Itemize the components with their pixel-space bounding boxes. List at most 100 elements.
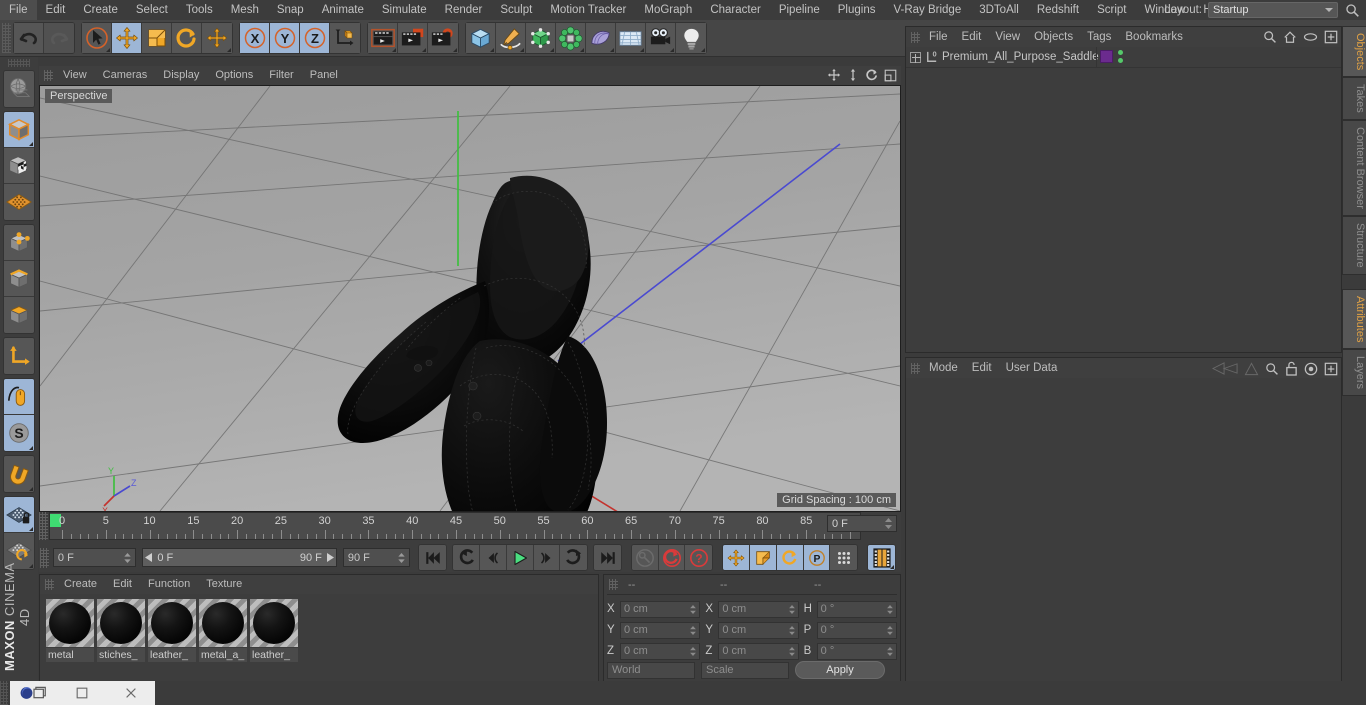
material-preview[interactable] — [97, 599, 145, 647]
material-item[interactable]: metal — [46, 599, 94, 662]
position-key-button[interactable] — [723, 545, 751, 570]
cinema4d-app-button[interactable] — [10, 681, 58, 705]
next-frame-button[interactable] — [533, 545, 561, 570]
material-manager-grip[interactable] — [45, 579, 54, 590]
dolly-camera-icon[interactable] — [846, 68, 860, 82]
menu-item-sculpt[interactable]: Sculpt — [491, 0, 541, 20]
side-tab-structure[interactable]: Structure — [1342, 215, 1366, 275]
menu-item-character[interactable]: Character — [701, 0, 770, 20]
side-tab-takes[interactable]: Takes — [1342, 77, 1366, 121]
spinner-icon[interactable] — [690, 604, 697, 614]
texture-mode-button[interactable] — [4, 148, 34, 184]
object-menu-edit[interactable]: Edit — [955, 27, 989, 47]
coordinate-system-dropdown[interactable]: World — [607, 661, 695, 679]
forward-nav-icon[interactable] — [1244, 361, 1259, 376]
back-nav-icon[interactable] — [1212, 362, 1238, 375]
preview-range-bar[interactable]: 0 F 90 F — [142, 548, 337, 567]
spinner-icon[interactable] — [124, 552, 132, 563]
max-frame-field[interactable]: 90 F — [342, 548, 411, 567]
model-mode-button[interactable] — [4, 112, 34, 148]
menu-item-file[interactable]: File — [0, 0, 37, 20]
pan-camera-icon[interactable] — [827, 68, 841, 82]
array-deformer-button[interactable] — [556, 23, 586, 53]
snap-button[interactable] — [4, 456, 34, 492]
new-layer-icon[interactable] — [1324, 30, 1338, 44]
search-icon[interactable] — [1345, 3, 1360, 18]
object-menu-view[interactable]: View — [988, 27, 1027, 47]
spinner-icon[interactable] — [887, 604, 893, 614]
edges-mode-button[interactable] — [4, 261, 34, 297]
spline-pen-button[interactable] — [496, 23, 526, 53]
object-row[interactable]: 0 Premium_All_Purpose_Saddle — [906, 47, 1341, 68]
viewport-menu-options[interactable]: Options — [207, 66, 261, 85]
scale-key-button[interactable] — [750, 545, 777, 570]
position-input[interactable]: 0 cm — [620, 642, 701, 660]
nurbs-generator-button[interactable] — [526, 23, 556, 53]
menu-item-mograph[interactable]: MoGraph — [635, 0, 701, 20]
move-tool-button[interactable] — [112, 23, 142, 53]
attribute-menu-edit[interactable]: Edit — [965, 358, 999, 378]
search-icon[interactable] — [1265, 362, 1279, 376]
spinner-icon[interactable] — [788, 625, 795, 635]
viewport-menu-cameras[interactable]: Cameras — [95, 66, 156, 85]
spinner-icon[interactable] — [788, 646, 795, 656]
render-settings-button[interactable] — [428, 23, 458, 53]
size-input[interactable]: 0 cm — [718, 600, 799, 618]
timeline-grip[interactable] — [39, 512, 48, 540]
camera-button[interactable] — [646, 23, 676, 53]
side-tab-content-browser[interactable]: Content Browser — [1342, 120, 1366, 216]
material-menu-create[interactable]: Create — [56, 575, 105, 594]
play-button[interactable] — [506, 545, 534, 570]
lock-icon[interactable] — [1285, 361, 1298, 376]
spinner-icon[interactable] — [398, 552, 406, 563]
y-axis-lock-button[interactable]: Y — [270, 23, 300, 53]
object-menu-tags[interactable]: Tags — [1080, 27, 1118, 47]
expand-toggle-icon[interactable] — [910, 51, 921, 63]
spinner-icon[interactable] — [887, 646, 893, 656]
material-menu-function[interactable]: Function — [140, 575, 198, 594]
material-preview[interactable] — [250, 599, 298, 647]
side-tab-attributes[interactable]: Attributes — [1342, 288, 1366, 350]
menu-item-create[interactable]: Create — [74, 0, 127, 20]
search-icon[interactable] — [1263, 30, 1277, 44]
range-left-icon[interactable] — [145, 553, 154, 562]
previous-frame-button[interactable] — [479, 545, 507, 570]
current-frame-field[interactable]: 0 F — [827, 515, 897, 532]
viewport-menu-display[interactable]: Display — [155, 66, 207, 85]
spinner-icon[interactable] — [690, 625, 697, 635]
autokeying-button[interactable] — [658, 545, 686, 570]
menu-item-simulate[interactable]: Simulate — [373, 0, 436, 20]
make-editable-button[interactable] — [4, 71, 34, 107]
current-frame-left-field[interactable]: 0 F — [52, 548, 137, 567]
spinner-icon[interactable] — [690, 646, 697, 656]
side-tab-layers[interactable]: Layers — [1342, 349, 1366, 397]
viewport-menu-panel[interactable]: Panel — [302, 66, 346, 85]
viewport-menu-view[interactable]: View — [55, 66, 95, 85]
soft-selection-button[interactable]: S — [4, 415, 34, 451]
keyframe-selection-button[interactable]: ? — [685, 545, 713, 570]
menu-item-animate[interactable]: Animate — [313, 0, 373, 20]
z-axis-lock-button[interactable]: Z — [300, 23, 330, 53]
attribute-manager-grip[interactable] — [911, 362, 920, 374]
left-toolbar-grip[interactable] — [8, 59, 30, 67]
polygons-mode-button[interactable] — [4, 297, 34, 333]
rotation-input[interactable]: 0 ° — [816, 642, 897, 660]
object-manager-grip[interactable] — [911, 31, 920, 43]
bend-deformer-button[interactable] — [586, 23, 616, 53]
size-input[interactable]: 0 cm — [718, 642, 799, 660]
attribute-menu-user-data[interactable]: User Data — [999, 358, 1065, 378]
menu-item-pipeline[interactable]: Pipeline — [770, 0, 829, 20]
go-to-end-button[interactable] — [594, 545, 621, 570]
material-preview[interactable] — [199, 599, 247, 647]
layout-dropdown[interactable]: Startup — [1208, 2, 1338, 18]
material-menu-texture[interactable]: Texture — [198, 575, 250, 594]
transform-mode-dropdown[interactable]: Scale — [701, 661, 789, 679]
maximize-viewport-icon[interactable] — [884, 69, 897, 82]
position-input[interactable]: 0 cm — [620, 621, 701, 639]
rotate-tool-button[interactable] — [172, 23, 202, 53]
menu-item-3dtoall[interactable]: 3DToAll — [970, 0, 1028, 20]
record-key-button[interactable] — [631, 545, 659, 570]
render-view-button[interactable] — [368, 23, 398, 53]
menu-item-motion-tracker[interactable]: Motion Tracker — [541, 0, 635, 20]
menu-item-render[interactable]: Render — [436, 0, 492, 20]
